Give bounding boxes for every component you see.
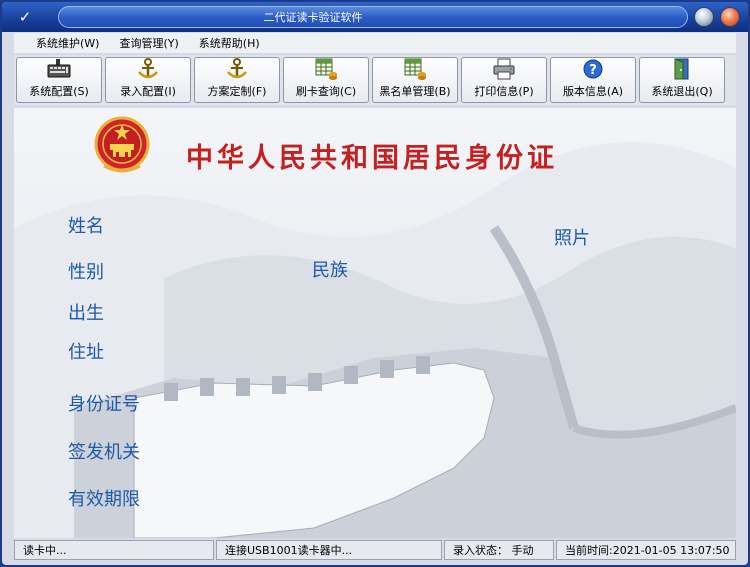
- label-authority: 签发机关: [68, 442, 140, 463]
- label-photo: 照片: [554, 228, 590, 249]
- grid-database-icon: [402, 58, 428, 80]
- label-sex: 性别: [68, 262, 104, 283]
- status-input-mode: 录入状态： 手动: [444, 540, 554, 560]
- label-birth: 出生: [68, 303, 104, 324]
- id-card-panel: 中华人民共和国居民身份证 姓名 性别 民族 出生 住址 身份证号 签发机关 有效…: [14, 108, 736, 538]
- exit-button[interactable]: 系统退出(Q): [639, 57, 725, 103]
- menu-system-help[interactable]: 系统帮助(H): [191, 35, 268, 51]
- input-config-label: 录入配置(I): [120, 85, 176, 98]
- label-id-number: 身份证号: [68, 394, 140, 415]
- keyboard-icon: [46, 58, 72, 80]
- scheme-custom-label: 方案定制(F): [207, 85, 267, 98]
- system-config-label: 系统配置(S): [29, 85, 89, 98]
- menu-bar: 系统维护(W) 查询管理(Y) 系统帮助(H): [14, 33, 736, 53]
- close-button[interactable]: [720, 7, 740, 27]
- anchor-icon: [224, 58, 250, 80]
- blacklist-button[interactable]: 黑名单管理(B): [372, 57, 458, 103]
- status-time: 当前时间:2021-01-05 13:07:50: [556, 540, 736, 560]
- grid-database-icon: [313, 58, 339, 80]
- national-emblem-icon: [94, 116, 150, 173]
- system-config-button[interactable]: 系统配置(S): [16, 57, 102, 103]
- exit-door-icon: [669, 58, 695, 80]
- print-label: 打印信息(P): [474, 85, 534, 98]
- toolbar: 系统配置(S) 录入配置(I) 方案定制(F) 刷卡查询(C) 黑名单管理(B)…: [14, 55, 736, 105]
- status-reading: 读卡中...: [14, 540, 214, 560]
- print-button[interactable]: 打印信息(P): [461, 57, 547, 103]
- window-title: 二代证读卡验证软件: [58, 6, 688, 28]
- menu-query-management[interactable]: 查询管理(Y): [111, 35, 186, 51]
- menu-system-maintenance[interactable]: 系统维护(W): [28, 35, 107, 51]
- blacklist-label: 黑名单管理(B): [379, 85, 451, 98]
- title-bar[interactable]: ✓ 二代证读卡验证软件: [2, 2, 748, 32]
- label-address: 住址: [68, 342, 104, 363]
- version-info-button[interactable]: ? 版本信息(A): [550, 57, 636, 103]
- input-config-button[interactable]: 录入配置(I): [105, 57, 191, 103]
- card-title: 中华人民共和国居民身份证: [186, 143, 558, 174]
- app-window: ✓ 二代证读卡验证软件 系统维护(W) 查询管理(Y) 系统帮助(H) 系统配置…: [0, 0, 750, 567]
- status-connection: 连接USB1001读卡器中...: [216, 540, 442, 560]
- exit-label: 系统退出(Q): [651, 85, 713, 98]
- printer-icon: [491, 58, 517, 80]
- scheme-custom-button[interactable]: 方案定制(F): [194, 57, 280, 103]
- label-name: 姓名: [68, 216, 104, 237]
- version-info-label: 版本信息(A): [562, 85, 624, 98]
- card-query-button[interactable]: 刷卡查询(C): [283, 57, 369, 103]
- label-ethnicity: 民族: [312, 260, 348, 281]
- system-menu-icon[interactable]: ✓: [8, 6, 42, 28]
- help-icon: ?: [580, 58, 606, 80]
- status-bar: 读卡中... 连接USB1001读卡器中... 录入状态： 手动 当前时间:20…: [14, 540, 736, 562]
- anchor-icon: [135, 58, 161, 80]
- minimize-button[interactable]: [694, 7, 714, 27]
- svg-text:?: ?: [589, 63, 597, 78]
- label-validity: 有效期限: [68, 489, 140, 510]
- card-query-label: 刷卡查询(C): [295, 85, 357, 98]
